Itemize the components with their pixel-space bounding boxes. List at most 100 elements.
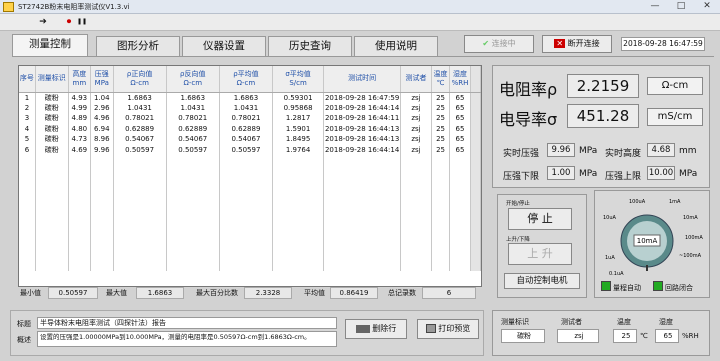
pressure-value: 9.96 bbox=[547, 143, 575, 157]
connect-check-icon: ✔ bbox=[482, 39, 492, 48]
table-row[interactable]: 3 碳粉 4.89 4.96 0.78021 0.78021 0.78021 1.2817 20… bbox=[19, 113, 482, 124]
maximize-button[interactable]: □ bbox=[668, 0, 694, 14]
disconnect-x-icon: ✕ bbox=[554, 39, 566, 48]
scrollbar-cell[interactable] bbox=[470, 134, 482, 145]
auto-range-label[interactable]: 量程自动 bbox=[613, 283, 641, 293]
table-cell: 1 bbox=[19, 92, 36, 103]
table-row[interactable]: 2 碳粉 4.99 2.96 1.0431 1.0431 1.0431 0.95868 2018… bbox=[19, 102, 482, 113]
run-arrow-icon[interactable]: ➔ bbox=[36, 16, 50, 29]
loop-closed-led-icon bbox=[653, 281, 663, 291]
table-cell: zsj bbox=[400, 92, 432, 103]
table-cell: 0.50597 bbox=[113, 144, 167, 155]
stop-button[interactable]: 停 止 bbox=[508, 208, 572, 230]
report-summary-input[interactable]: 设置的压强是1.00000MPa到10.000MPa，测量的电阻率是0.5059… bbox=[37, 331, 337, 347]
table-cell: 8.96 bbox=[90, 134, 114, 145]
disconnect-button[interactable]: ✕ 断开连接 bbox=[542, 35, 612, 53]
scrollbar-cell[interactable] bbox=[470, 102, 482, 113]
dial-value: 10mA bbox=[637, 237, 658, 245]
col-sample-id: 测量标识 bbox=[35, 66, 69, 93]
table-cell: 25 bbox=[431, 92, 451, 103]
disconnect-label: 断开连接 bbox=[567, 39, 600, 48]
table-cell: 4.73 bbox=[68, 134, 92, 145]
table-cell: 1.8495 bbox=[272, 134, 325, 145]
table-row[interactable]: 6 碳粉 4.69 9.96 0.50597 0.50597 0.50597 1.9764 20… bbox=[19, 144, 482, 155]
empty-row bbox=[19, 260, 482, 271]
table-cell: 1.04 bbox=[90, 92, 114, 103]
readings-panel: 电阻率ρ 2.2159 Ω-cm 电导率σ 451.28 mS/cm 实时压强 … bbox=[492, 65, 710, 188]
table-cell: 65 bbox=[449, 92, 471, 103]
table-row[interactable]: 4 碳粉 4.80 6.94 0.62889 0.62889 0.62889 1.5901 20… bbox=[19, 123, 482, 134]
tab-graph-analysis[interactable]: 图形分析 bbox=[96, 36, 180, 56]
table-cell: 2018-09-28 16:44:11 bbox=[323, 113, 402, 124]
table-cell: 25 bbox=[431, 134, 451, 145]
close-window-button[interactable]: ✕ bbox=[694, 0, 720, 14]
tab-instrument-settings[interactable]: 仪器设置 bbox=[182, 36, 266, 56]
minimize-button[interactable]: — bbox=[642, 0, 668, 14]
col-temperature: 温度 ℃ bbox=[431, 66, 451, 93]
tester-input[interactable]: zsj bbox=[557, 329, 599, 343]
pressure-min-value[interactable]: 1.00 bbox=[547, 166, 575, 180]
up-button[interactable]: 上 升 bbox=[508, 243, 572, 265]
pressure-max-unit: MPa bbox=[679, 169, 698, 179]
tester-label: 测试者 bbox=[561, 318, 582, 326]
printer-icon bbox=[425, 324, 436, 333]
empty-row bbox=[19, 207, 482, 218]
col-rho-reverse: ρ反向值 Ω-cm bbox=[166, 66, 220, 93]
table-cell: 65 bbox=[449, 123, 471, 134]
table-row[interactable]: 1 碳粉 4.93 1.04 1.6863 1.6863 1.6863 0.59301 2018… bbox=[19, 92, 482, 103]
temperature-unit: ℃ bbox=[640, 332, 648, 340]
report-title-input[interactable]: 半导体粉末电阻率测试（四探针法）报告 bbox=[37, 317, 337, 329]
table-cell: 25 bbox=[431, 123, 451, 134]
measurement-table[interactable]: 序号 测量标识 高度 mm 压强 MPa ρ正向值 Ω-cm ρ反向值 Ω-cm… bbox=[18, 65, 482, 287]
tab-measure-control[interactable]: 测量控制 bbox=[12, 34, 88, 56]
table-cell: 2018-09-28 16:44:13 bbox=[323, 134, 402, 145]
table-cell: 65 bbox=[449, 102, 471, 113]
pause-icon[interactable]: ❚❚ bbox=[75, 16, 89, 29]
table-cell: zsj bbox=[400, 134, 432, 145]
col-index: 序号 bbox=[19, 66, 36, 93]
range-dial-panel: 10mA 100uA 1mA 10mA 100mA 10uA 1uA 0.1uA… bbox=[594, 190, 710, 298]
pressure-max-label: 压强上限 bbox=[605, 172, 642, 182]
table-cell: 0.78021 bbox=[219, 113, 274, 124]
tab-usage-guide[interactable]: 使用说明 bbox=[354, 36, 438, 56]
table-cell: 0.95868 bbox=[272, 102, 325, 113]
temperature-label: 温度 bbox=[617, 318, 631, 326]
resistivity-unit: Ω-cm bbox=[647, 77, 703, 95]
title-bar: ST2742B粉末电阻率测试仪V1.3.vi — □ ✕ bbox=[0, 0, 720, 14]
scrollbar-cell[interactable] bbox=[470, 113, 482, 124]
table-cell: 0.62889 bbox=[113, 123, 167, 134]
humidity-input[interactable]: 65 bbox=[655, 329, 679, 343]
report-summary-label: 概述 bbox=[17, 336, 31, 344]
table-row[interactable]: 5 碳粉 4.73 8.96 0.54067 0.54067 0.54067 1.8495 20… bbox=[19, 134, 482, 145]
table-cell: 2018-09-28 16:44:14 bbox=[323, 102, 402, 113]
table-cell: 碳粉 bbox=[35, 102, 69, 113]
max-percent-label: 最大百分比数 bbox=[196, 289, 238, 297]
table-cell: 1.5901 bbox=[272, 123, 325, 134]
resistivity-label: 电阻率ρ bbox=[499, 80, 558, 99]
table-cell: 1.0431 bbox=[219, 102, 274, 113]
height-value: 4.68 bbox=[647, 143, 675, 157]
scrollbar-cell[interactable] bbox=[470, 123, 482, 134]
table-cell: 65 bbox=[449, 134, 471, 145]
print-preview-button[interactable]: 打印预览 bbox=[417, 319, 479, 339]
up-down-label: 上升/下降 bbox=[506, 237, 530, 243]
pressure-max-value[interactable]: 10.00 bbox=[647, 166, 675, 180]
delete-row-button[interactable]: 删除行 bbox=[345, 319, 407, 339]
table-cell: 0.62889 bbox=[219, 123, 274, 134]
tab-history-query[interactable]: 历史查询 bbox=[268, 36, 352, 56]
table-cell: 2018-09-28 16:44:14 bbox=[323, 144, 402, 155]
empty-row bbox=[19, 239, 482, 250]
table-cell: 3 bbox=[19, 113, 36, 124]
abort-record-icon[interactable]: ⏺ bbox=[62, 16, 76, 29]
table-cell: 2018-09-28 16:44:13 bbox=[323, 123, 402, 134]
table-cell: 65 bbox=[449, 113, 471, 124]
table-cell: 碳粉 bbox=[35, 123, 69, 134]
sample-id-input[interactable]: 碳粉 bbox=[501, 329, 545, 343]
scrollbar-cell[interactable] bbox=[470, 92, 482, 103]
conductivity-value: 451.28 bbox=[567, 104, 639, 128]
temperature-input[interactable]: 25 bbox=[613, 329, 637, 343]
scrollbar-cell[interactable] bbox=[470, 144, 482, 155]
auto-motor-label[interactable]: 自动控制电机 bbox=[504, 273, 580, 289]
connecting-button[interactable]: ✔ 连接中 bbox=[464, 35, 534, 53]
pressure-min-label: 压强下限 bbox=[503, 172, 540, 182]
